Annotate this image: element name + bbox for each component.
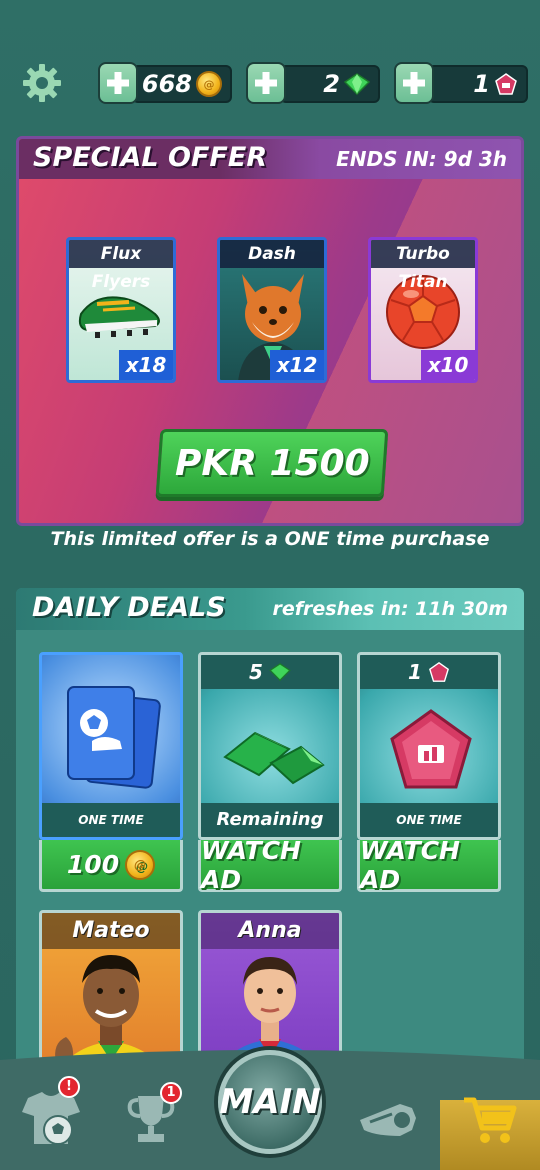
daily-deals-panel: DAILY DEALS refreshes in: 11h 30m ONE TI… [16,588,524,1088]
buy-offer-button[interactable]: PKR 1500 [155,429,389,497]
player-name: Anna [201,913,339,949]
tokens-counter[interactable]: 1 [394,62,530,104]
item-quantity: x12 [270,350,324,380]
deals-refresh-timer: refreshes in: 11h 30m [272,598,509,620]
deal-price: 100 [66,850,120,879]
offer-item-turbo-titan[interactable]: Turbo Titan x10 [368,237,478,383]
gems-icon [223,731,325,785]
special-offer-panel: SPECIAL OFFER ENDS IN: 9d 3h Flux Flyers… [16,136,524,526]
coin-icon: @ [196,71,222,97]
deal-card: 1 ONE TIME PURCHASE [357,652,501,840]
card-pack-icon [67,686,161,789]
item-name: Flux Flyers [69,240,173,292]
offer-title: SPECIAL OFFER [33,142,268,173]
deal-gems[interactable]: 5 Remaining 5/5 WATCH AD [198,652,342,894]
gems-value: 2 [323,70,340,98]
item-quantity: x10 [421,350,475,380]
gem-icon [269,663,291,681]
gems-counter[interactable]: 2 [246,62,382,104]
token-icon [428,661,449,682]
team-icon[interactable] [20,1090,82,1146]
add-tokens-button[interactable] [394,62,434,104]
coins-box: 668 @ [132,65,232,103]
offer-note: This limited offer is a ONE time purchas… [50,528,490,550]
add-gems-button[interactable] [246,62,286,104]
deal-amount-value: 5 [249,660,263,684]
tokens-box: 1 [428,65,528,103]
deal-label: ONE TIME PURCHASE [42,803,180,837]
offer-item-flux-flyers[interactable]: Flux Flyers x18 [66,237,176,383]
add-coins-button[interactable] [98,62,138,104]
trophy-notification-badge: 1 [160,1082,182,1104]
watch-ad-button[interactable]: WATCH AD [357,836,501,894]
shop-cart-icon[interactable] [462,1094,518,1146]
deal-card-pack[interactable]: ONE TIME PURCHASE 100 @ [39,652,183,892]
deal-token[interactable]: 1 ONE TIME PURCHASE WATCH AD [357,652,501,894]
coins-counter[interactable]: 668 @ [98,62,234,104]
main-label: MAIN [219,1082,321,1122]
coins-value: 668 [141,70,192,98]
item-quantity: x18 [119,350,173,380]
offer-item-dash[interactable]: Dash x12 [217,237,327,383]
deal-card: 5 Remaining 5/5 [198,652,342,840]
item-name: Turbo Titan [371,240,475,292]
deal-label: Remaining 5/5 [201,803,339,837]
token-icon [495,73,517,95]
tokens-value: 1 [473,70,490,98]
offer-price: PKR 1500 [174,442,370,484]
deals-title: DAILY DEALS [32,592,226,623]
gem-icon [344,73,370,95]
offer-timer: ENDS IN: 9d 3h [336,147,507,171]
settings-gear-icon[interactable] [22,63,62,103]
deal-label: ONE TIME PURCHASE [360,803,498,837]
gems-box: 2 [280,65,380,103]
coin-icon: @ [125,849,156,880]
deal-amount: 5 [201,655,339,689]
bottom-navigation: ! 1 MAIN [0,1050,540,1170]
deal-card: ONE TIME PURCHASE [39,652,183,840]
item-name: Dash [220,240,324,268]
buy-deal-button[interactable]: 100 @ [39,840,183,892]
watch-ad-button[interactable]: WATCH AD [198,836,342,894]
team-notification-badge: ! [58,1076,80,1098]
player-name: Mateo [42,913,180,949]
main-ball-button[interactable]: MAIN [218,1050,322,1154]
whistle-icon[interactable] [356,1100,424,1140]
token-icon [390,709,472,789]
deal-amount-value: 1 [408,660,422,684]
deal-amount: 1 [360,655,498,689]
